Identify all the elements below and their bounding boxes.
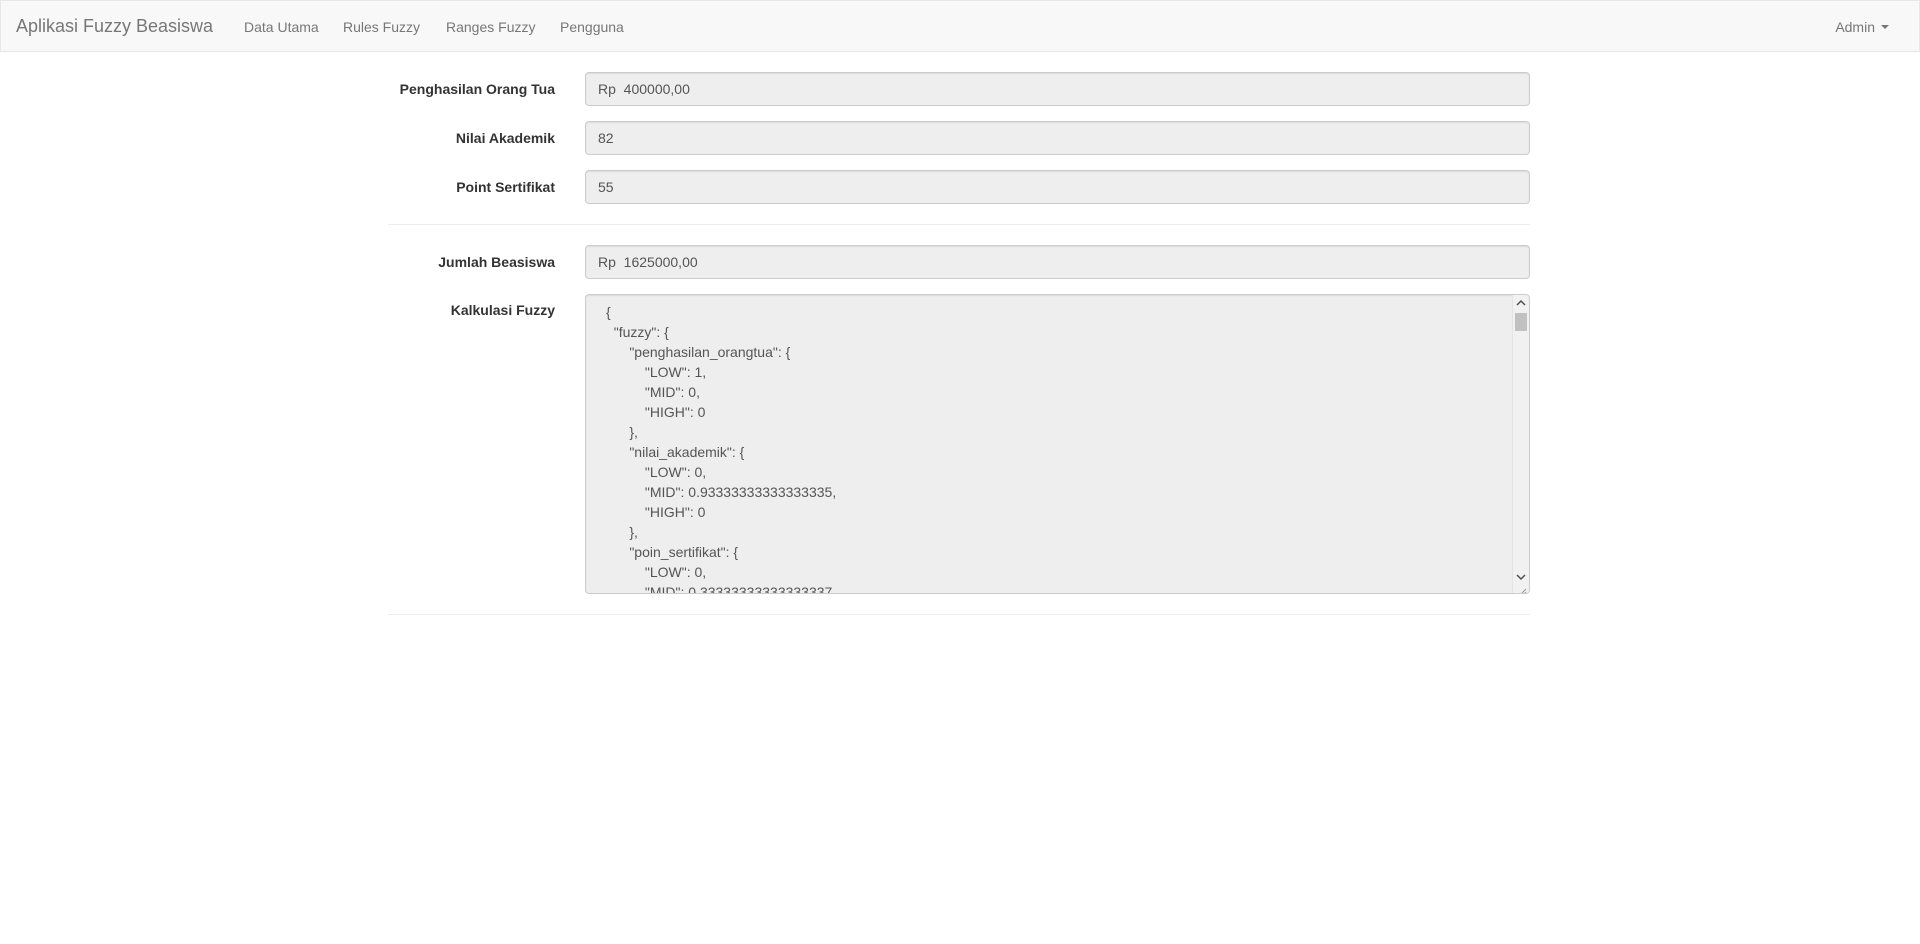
jumlah-beasiswa-label: Jumlah Beasiswa <box>438 254 555 270</box>
section-divider <box>388 224 1530 225</box>
admin-dropdown[interactable]: Admin <box>1835 18 1889 36</box>
penghasilan-label: Penghasilan Orang Tua <box>399 81 555 97</box>
kalkulasi-fuzzy-content: { "fuzzy": { "penghasilan_orangtua": { "… <box>606 304 837 594</box>
jumlah-beasiswa-field[interactable]: Rp 1625000,00 <box>585 245 1530 279</box>
nilai-akademik-label: Nilai Akademik <box>455 130 555 146</box>
nav-rules-fuzzy[interactable]: Rules Fuzzy <box>343 18 420 36</box>
top-navbar: Aplikasi Fuzzy Beasiswa Data Utama Rules… <box>0 0 1920 52</box>
nav-pengguna[interactable]: Pengguna <box>560 18 624 36</box>
point-sertifikat-field[interactable]: 55 <box>585 170 1530 204</box>
kalkulasi-fuzzy-textarea[interactable]: { "fuzzy": { "penghasilan_orangtua": { "… <box>585 294 1530 594</box>
kalkulasi-fuzzy-label: Kalkulasi Fuzzy <box>450 302 555 318</box>
scrollbar-thumb[interactable] <box>1515 313 1527 331</box>
nav-ranges-fuzzy[interactable]: Ranges Fuzzy <box>446 18 535 36</box>
caret-down-icon <box>1881 25 1889 30</box>
point-sertifikat-label: Point Sertifikat <box>456 179 555 195</box>
chevron-up-icon[interactable] <box>1513 295 1529 311</box>
penghasilan-field[interactable]: Rp 400000,00 <box>585 72 1530 106</box>
admin-label: Admin <box>1835 19 1875 35</box>
textarea-scrollbar[interactable] <box>1512 295 1529 593</box>
resize-grip-icon[interactable] <box>1519 583 1527 593</box>
bottom-divider <box>388 614 1530 615</box>
brand-link[interactable]: Aplikasi Fuzzy Beasiswa <box>16 16 213 36</box>
nav-data-utama[interactable]: Data Utama <box>244 18 319 36</box>
nilai-akademik-field[interactable]: 82 <box>585 121 1530 155</box>
